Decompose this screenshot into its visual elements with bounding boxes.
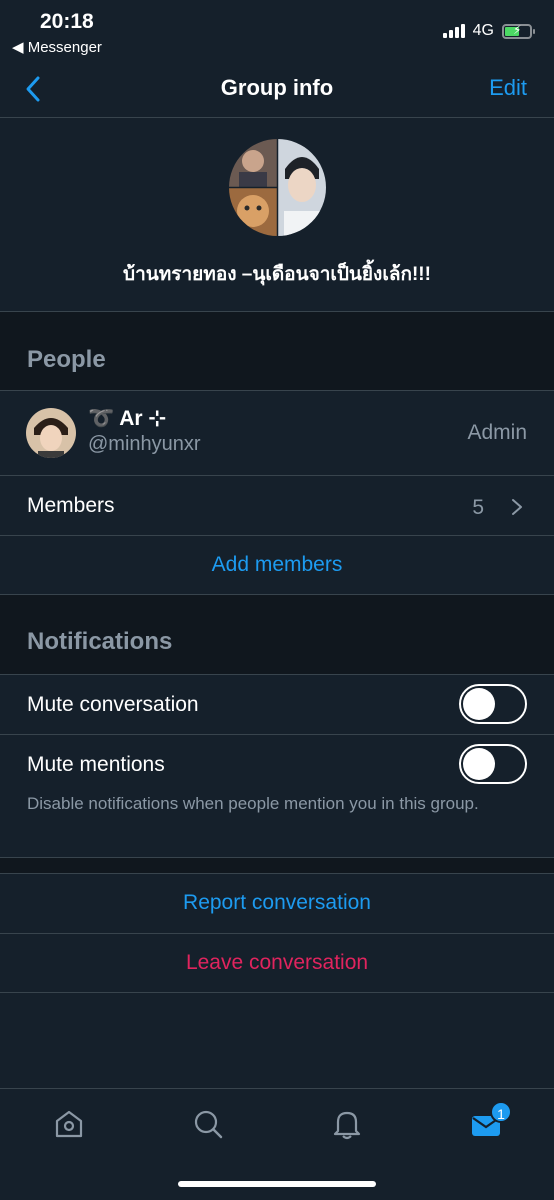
messages-badge: 1 (490, 1101, 512, 1123)
home-icon (55, 1110, 83, 1138)
members-count: 5 (472, 496, 484, 519)
status-bar: 20:18 ◀ Messenger 4G ⚡ (0, 0, 554, 60)
report-conversation-row[interactable]: Report conversation (0, 874, 554, 934)
home-indicator[interactable] (178, 1181, 376, 1187)
nav-bar: Group info Edit (0, 60, 554, 118)
tab-home[interactable] (52, 1107, 86, 1141)
report-conversation-button[interactable]: Report conversation (0, 891, 554, 915)
avatar (26, 408, 76, 458)
leave-conversation-button[interactable]: Leave conversation (0, 951, 554, 975)
add-members-row[interactable]: Add members (0, 536, 554, 595)
people-section-header: People (0, 311, 554, 391)
admin-display-name: ➰ Ar ⊹ (88, 407, 166, 430)
group-name: บ้านทรายทอง –นุเดือนจาเป็นยิ้งเล้ก!!! (123, 264, 431, 285)
battery-icon: ⚡ (502, 23, 535, 39)
group-avatar[interactable] (229, 139, 326, 236)
status-time: 20:18 (40, 10, 94, 33)
page-title: Group info (220, 75, 334, 100)
signal-icon (442, 24, 465, 38)
section-title-notifications: Notifications (27, 628, 173, 655)
leave-conversation-row[interactable]: Leave conversation (0, 934, 554, 993)
network-type: 4G (472, 22, 494, 39)
tab-notifications[interactable] (330, 1107, 364, 1141)
mute-mentions-label: Mute mentions (27, 753, 165, 776)
chevron-right-icon (512, 499, 522, 515)
mute-mentions-hint: Disable notifications when people mentio… (27, 794, 479, 813)
mute-conversation-label: Mute conversation (27, 693, 199, 716)
section-title-people: People (27, 346, 106, 373)
notifications-section-header: Notifications (0, 595, 554, 675)
edit-button[interactable]: Edit (489, 75, 527, 101)
admin-handle: @minhyunxr (88, 433, 201, 455)
status-indicators: 4G ⚡ (442, 22, 535, 40)
actions-spacer (0, 858, 554, 874)
tab-search[interactable] (191, 1107, 225, 1141)
members-label: Members (27, 494, 115, 517)
add-members-button[interactable]: Add members (0, 553, 554, 577)
members-row[interactable]: Members 5 (0, 476, 554, 536)
back-to-app-link[interactable]: ◀ Messenger (12, 38, 102, 56)
admin-row[interactable]: ➰ Ar ⊹ @minhyunxr Admin (0, 391, 554, 476)
mute-mentions-toggle[interactable] (459, 744, 527, 784)
bell-icon (333, 1111, 361, 1140)
search-icon (194, 1110, 223, 1139)
admin-role-label: Admin (467, 421, 527, 444)
mute-conversation-toggle[interactable] (459, 684, 527, 724)
group-header: บ้านทรายทอง –นุเดือนจาเป็นยิ้งเล้ก!!! (0, 119, 554, 311)
mute-conversation-row[interactable]: Mute conversation (0, 675, 554, 735)
